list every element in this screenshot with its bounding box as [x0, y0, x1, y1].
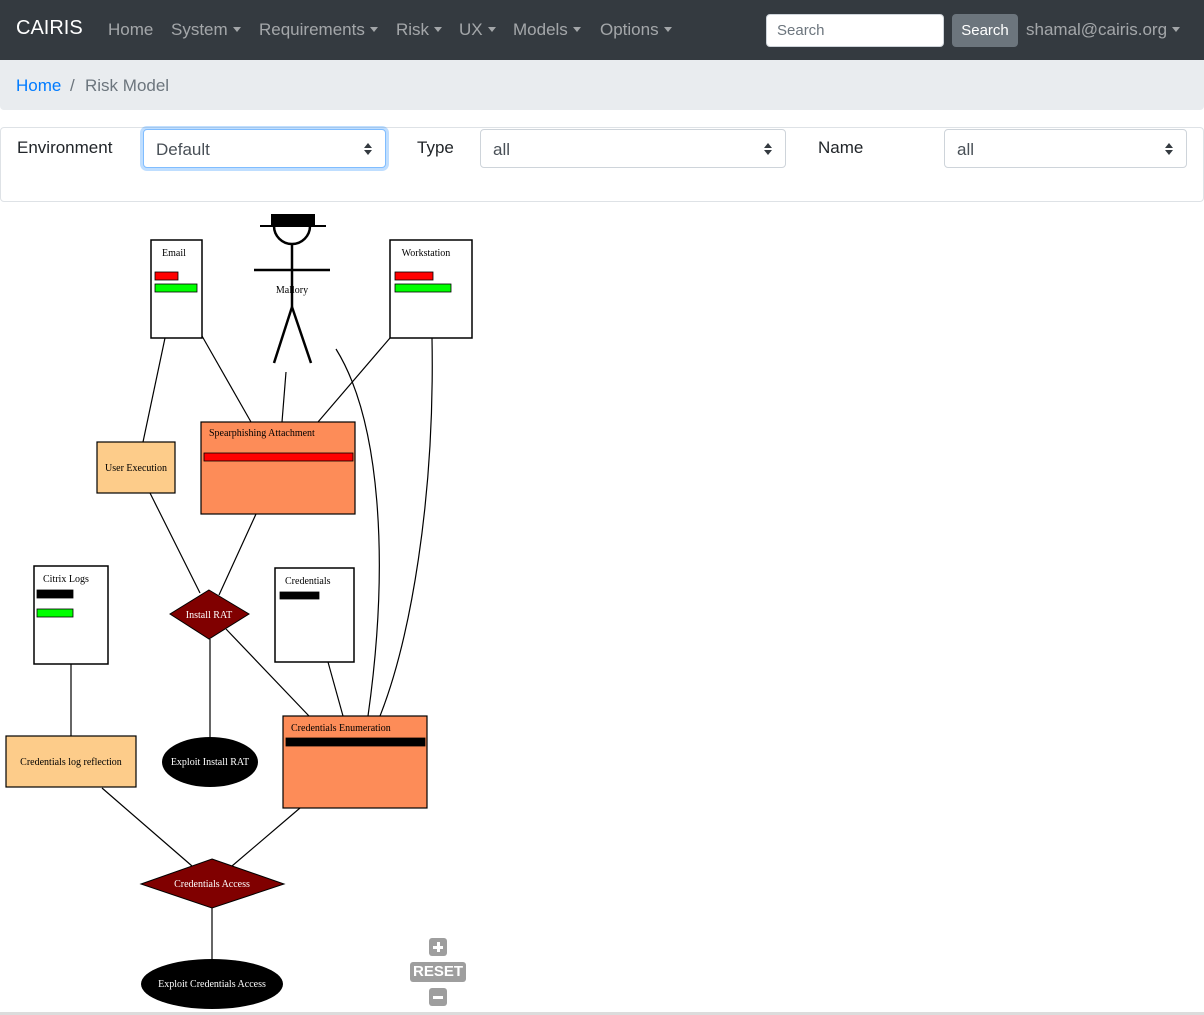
asset-bar-green — [394, 283, 452, 293]
environment-select[interactable]: Default — [143, 129, 386, 168]
name-select-value: all — [957, 140, 975, 159]
misuse-case-label: Exploit Credentials Access — [158, 979, 266, 990]
nav-requirements[interactable]: Requirements — [259, 20, 378, 40]
attacker-label: Mallory — [276, 285, 308, 296]
nav-options-label: Options — [600, 20, 659, 39]
edge-spearphishing-install-rat — [218, 513, 257, 596]
nav-risk[interactable]: Risk — [396, 20, 443, 40]
select-arrows-icon — [764, 143, 772, 155]
vulnerability-label: User Execution — [105, 463, 167, 474]
nav-requirements-label: Requirements — [259, 20, 365, 39]
asset-bar-green — [36, 608, 74, 618]
vulnerability-node-credentials-log[interactable]: Credentials log reflection — [5, 735, 137, 788]
asset-bar-green — [154, 283, 198, 293]
environment-select-value: Default — [156, 140, 210, 159]
misuse-case-node-exploit-install-rat[interactable]: Exploit Install RAT — [162, 737, 258, 787]
edge-credentials-log-credentials-access — [101, 787, 193, 867]
risk-node-credentials-access[interactable]: Credentials Access — [139, 858, 286, 909]
attacker-node[interactable]: Mallory — [254, 214, 330, 364]
asset-label: Credentials — [285, 576, 331, 587]
search-button[interactable]: Search — [952, 14, 1018, 47]
edge-email-user-execution — [142, 337, 166, 443]
asset-bar-red — [394, 271, 434, 281]
edge-mallory-spearphishing — [281, 371, 287, 423]
edge-workstation-credentials-enumeration — [379, 337, 433, 717]
breadcrumb-current: Risk Model — [85, 76, 170, 95]
nav-ux-label: UX — [459, 20, 483, 39]
asset-bar-red — [154, 271, 179, 281]
misuse-case-node-exploit-credentials-access[interactable]: Exploit Credentials Access — [141, 959, 283, 1009]
type-select-value: all — [493, 140, 511, 159]
nav-risk-label: Risk — [396, 20, 430, 39]
caret-down-icon — [572, 27, 581, 32]
asset-label: Workstation — [402, 248, 451, 259]
zoom-reset-button[interactable]: RESET — [409, 962, 467, 982]
caret-down-icon — [487, 27, 496, 32]
nav-models-label: Models — [513, 20, 568, 39]
misuse-case-label: Exploit Install RAT — [171, 757, 249, 768]
minus-icon — [429, 988, 447, 1006]
vulnerability-node-user-execution[interactable]: User Execution — [96, 441, 176, 494]
edge-credentials-credentials-enumeration — [327, 661, 344, 717]
nav-home[interactable]: Home — [108, 20, 153, 40]
type-select[interactable]: all — [480, 129, 786, 168]
caret-down-icon — [663, 27, 672, 32]
environment-label: Environment — [17, 138, 113, 157]
type-label: Type — [417, 138, 454, 157]
select-arrows-icon — [1165, 143, 1173, 155]
asset-node-credentials[interactable]: Credentials — [274, 567, 355, 663]
breadcrumb-home-link[interactable]: Home — [16, 76, 61, 96]
caret-down-icon — [232, 27, 241, 32]
threat-label: Credentials Enumeration — [291, 723, 391, 734]
vulnerability-label: Credentials log reflection — [20, 757, 122, 768]
breadcrumb: Home / Risk Model — [0, 60, 1204, 110]
navbar: CAIRIS Home System Requirements Risk UX … — [0, 0, 1204, 60]
threat-bar-black — [285, 737, 426, 747]
search-input[interactable] — [766, 14, 944, 47]
nav-home-label: Home — [108, 20, 154, 39]
caret-down-icon — [369, 27, 378, 32]
risk-label: Install RAT — [186, 610, 232, 621]
edge-user-execution-install-rat — [149, 492, 201, 594]
risk-label: Credentials Access — [174, 879, 250, 890]
nav-models[interactable]: Models — [513, 20, 581, 40]
zoom-out-button[interactable] — [409, 987, 467, 1007]
brand-logo[interactable]: CAIRIS — [16, 17, 83, 40]
breadcrumb-separator: / — [70, 76, 75, 95]
caret-down-icon — [1172, 27, 1181, 32]
edge-workstation-spearphishing — [317, 337, 391, 423]
threat-node-credentials-enumeration[interactable]: Credentials Enumeration — [282, 715, 428, 809]
threat-bar-red — [203, 452, 354, 462]
edge-credentials-enumeration-credentials-access — [231, 807, 301, 867]
risk-node-install-rat[interactable]: Install RAT — [169, 589, 250, 640]
plus-icon — [429, 938, 447, 956]
edge-email-spearphishing — [201, 335, 252, 423]
zoom-in-button[interactable] — [409, 937, 467, 957]
select-arrows-icon — [364, 143, 372, 155]
asset-bar-black — [279, 591, 320, 600]
user-email: shamal@cairis.org — [1026, 20, 1168, 39]
asset-bar-black — [36, 589, 74, 599]
risk-model-graph[interactable]: Mallory Email Workstation User Execution… — [0, 202, 1204, 1012]
reset-label: RESET — [409, 962, 466, 982]
asset-node-citrix-logs[interactable]: Citrix Logs — [33, 565, 109, 665]
user-menu[interactable]: shamal@cairis.org — [1026, 20, 1181, 40]
nav-ux[interactable]: UX — [459, 20, 496, 40]
threat-label: Spearphishing Attachment — [209, 428, 315, 439]
caret-down-icon — [434, 27, 443, 32]
nav-system-label: System — [171, 20, 228, 39]
name-label: Name — [818, 138, 864, 157]
name-select[interactable]: all — [944, 129, 1187, 168]
asset-label: Citrix Logs — [43, 574, 89, 585]
nav-options[interactable]: Options — [600, 20, 672, 40]
asset-node-workstation[interactable]: Workstation — [389, 239, 473, 339]
asset-node-email[interactable]: Email — [150, 239, 203, 339]
nav-system[interactable]: System — [171, 20, 241, 40]
asset-label: Email — [162, 248, 186, 259]
threat-node-spearphishing[interactable]: Spearphishing Attachment — [200, 421, 356, 515]
